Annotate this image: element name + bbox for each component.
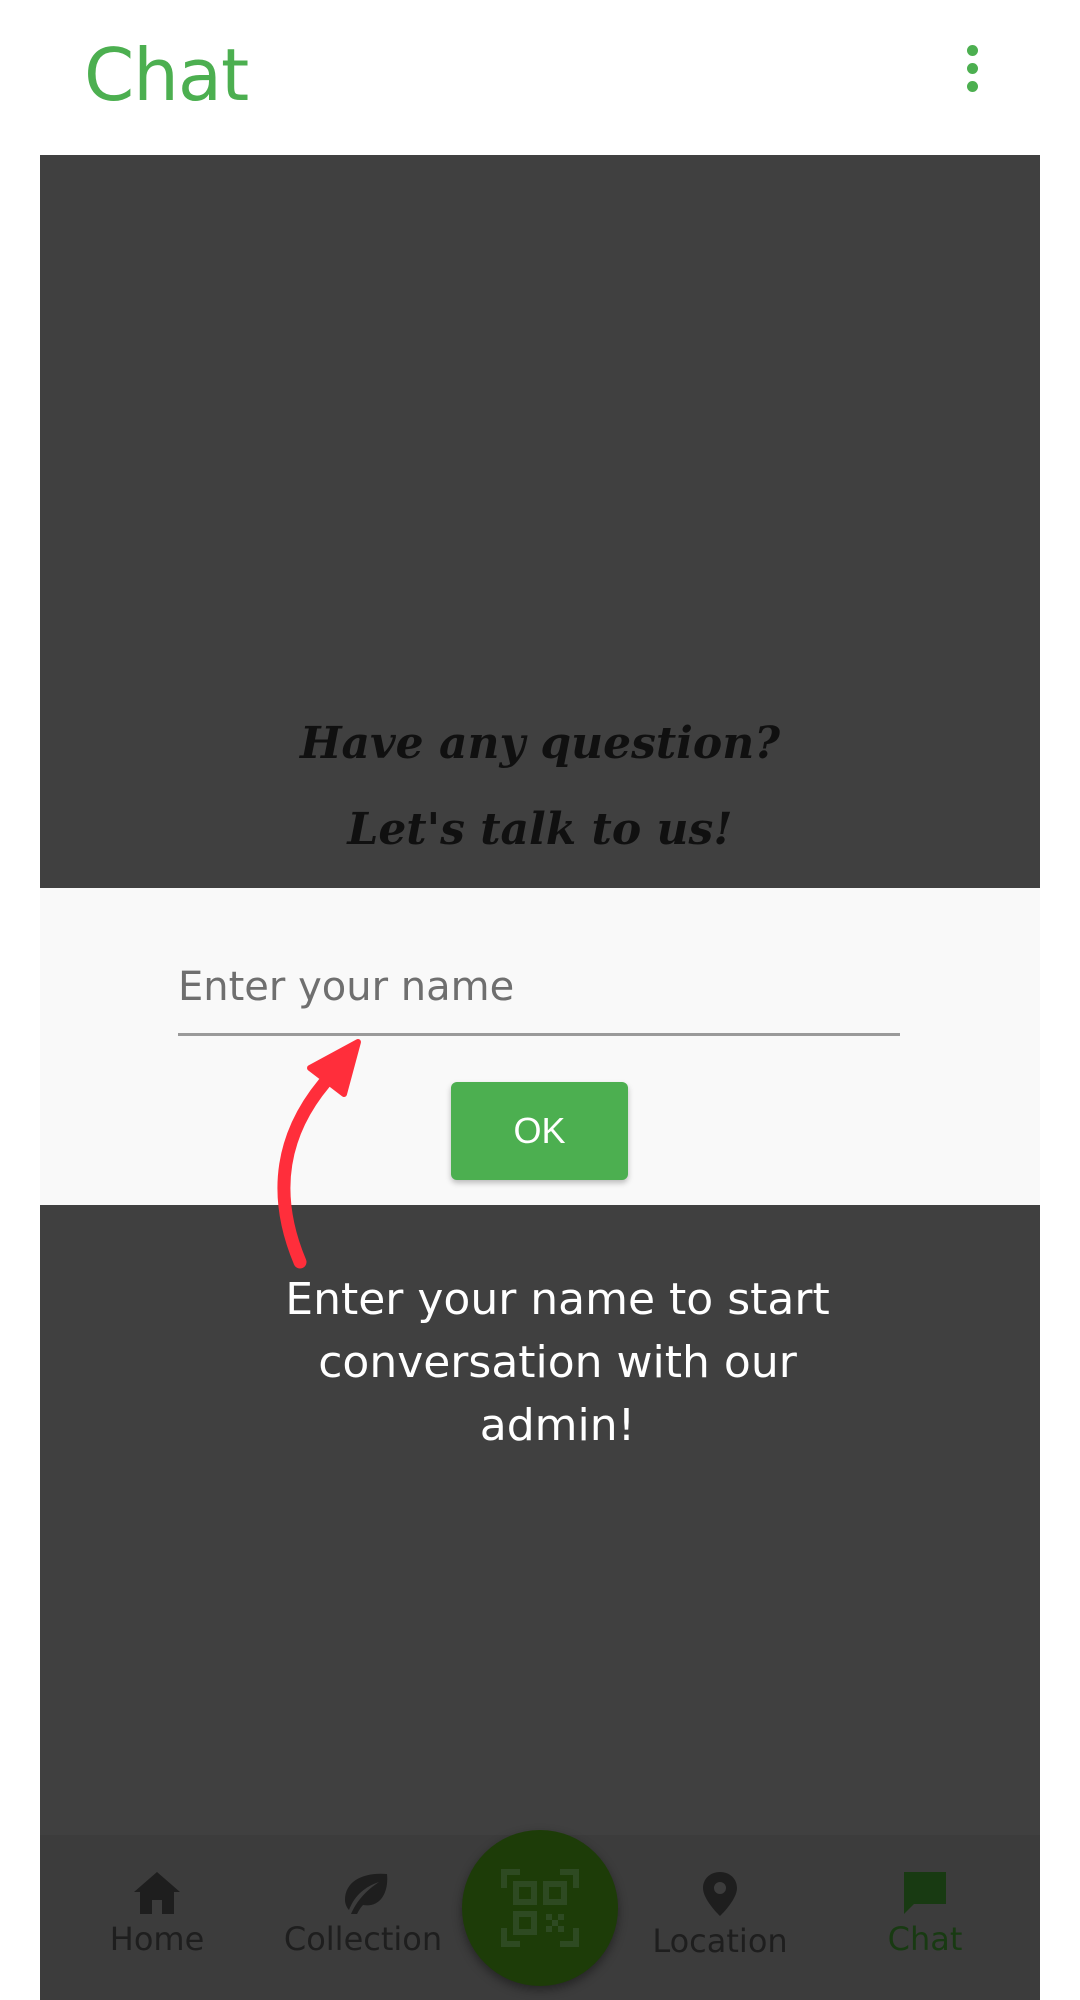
home-icon	[134, 1872, 180, 1914]
app-bar: Chat	[0, 0, 1080, 155]
hint-text: Enter your name to start conversation wi…	[285, 1274, 830, 1451]
nav-label-collection: Collection	[283, 1920, 443, 1958]
location-pin-icon	[703, 1872, 737, 1916]
name-input[interactable]	[178, 940, 900, 1036]
nav-label-home: Home	[109, 1920, 205, 1958]
arrow-annotation-icon	[277, 1039, 361, 1269]
nav-item-location[interactable]: Location	[635, 1870, 805, 1962]
prompt-question: Have any question?	[299, 718, 781, 769]
scan-button[interactable]	[462, 1830, 618, 1986]
nav-label-location: Location	[652, 1922, 788, 1960]
nav-item-home[interactable]: Home	[72, 1870, 242, 1960]
dim-overlay-top	[40, 155, 1040, 888]
ok-button[interactable]: OK	[451, 1082, 628, 1180]
leaf-icon	[345, 1873, 388, 1914]
qr-scanner-icon	[501, 1869, 579, 1947]
nav-item-collection[interactable]: Collection	[278, 1870, 448, 1960]
chat-icon	[904, 1872, 946, 1914]
page-title: Chat	[84, 33, 249, 117]
prompt-cta: Let's talk to us!	[347, 804, 733, 855]
nav-label-chat: Chat	[887, 1920, 963, 1958]
nav-item-chat[interactable]: Chat	[840, 1870, 1010, 1960]
more-options-icon[interactable]	[950, 45, 994, 99]
